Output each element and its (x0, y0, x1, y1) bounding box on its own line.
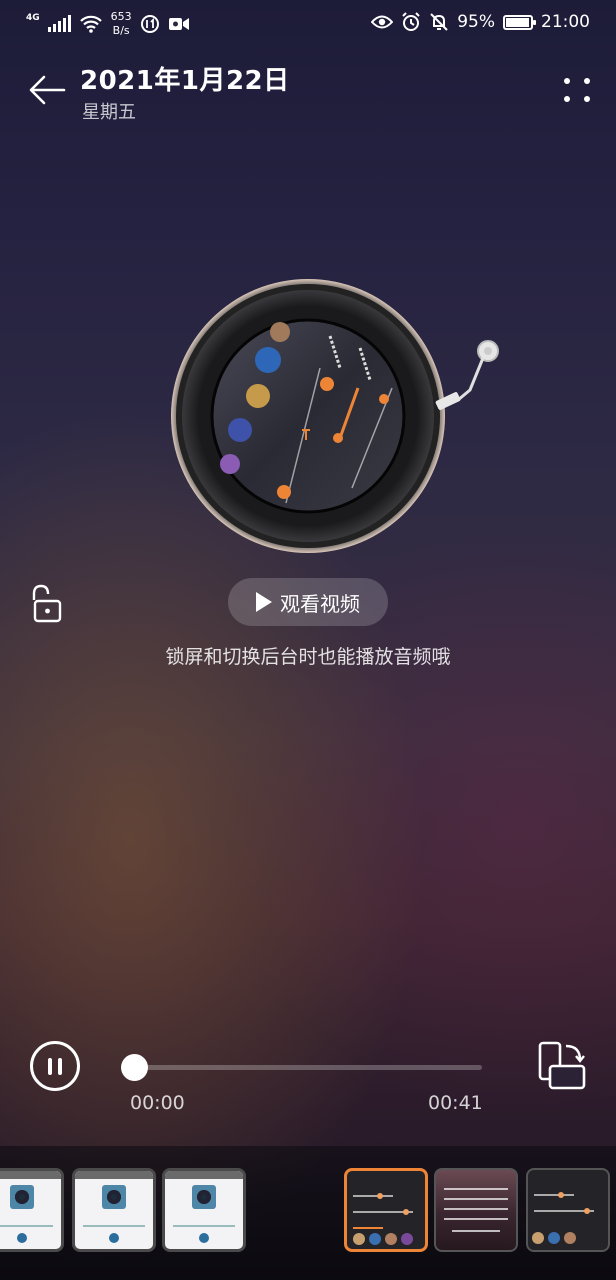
play-icon (256, 592, 272, 612)
thumbnail-strip (0, 1146, 616, 1280)
wifi-icon (79, 15, 102, 33)
progress-thumb[interactable] (121, 1054, 148, 1081)
vinyl-record (170, 278, 500, 558)
pause-icon-bar-right (58, 1058, 62, 1075)
eye-icon (371, 15, 394, 29)
data-saver-icon (140, 15, 159, 33)
unlock-icon[interactable] (28, 584, 64, 624)
page-title: 2021年1月22日 (80, 66, 290, 96)
back-arrow-icon[interactable] (28, 70, 68, 110)
battery-icon (503, 14, 536, 30)
more-options-icon[interactable] (562, 74, 594, 106)
clock: 21:00 (541, 12, 590, 32)
rotate-screen-icon[interactable] (536, 1040, 588, 1092)
network-speed-value: 653 (110, 10, 132, 23)
watch-video-label: 观看视频 (280, 591, 360, 616)
record-thumb-icon (102, 1185, 126, 1209)
network-type: 4G (26, 13, 40, 23)
alarm-icon (402, 12, 420, 31)
thumbnail-3[interactable] (162, 1168, 246, 1252)
battery-percent: 95% (457, 12, 495, 32)
mute-bell-icon (430, 13, 448, 31)
pause-button[interactable] (30, 1041, 80, 1091)
record-thumb-icon (192, 1185, 216, 1209)
record-thumb-icon (10, 1185, 34, 1209)
current-time: 00:00 (130, 1092, 185, 1114)
status-bar: 4G 653 B/s 95% 21:00 (0, 0, 616, 48)
thumbnail-6[interactable] (526, 1168, 610, 1252)
video-camera-icon (168, 18, 189, 30)
network-speed: 653 B/s (111, 10, 132, 38)
network-speed-unit: B/s (112, 24, 130, 37)
watch-video-button[interactable]: 观看视频 (228, 578, 388, 626)
page-subtitle: 星期五 (82, 102, 136, 123)
thumbnail-1[interactable] (0, 1168, 64, 1252)
progress-track[interactable] (121, 1054, 482, 1081)
status-bar-right: 95% 21:00 (371, 12, 590, 32)
thumbnail-4-selected[interactable] (344, 1168, 428, 1252)
thumbnail-2[interactable] (72, 1168, 156, 1252)
thumbnail-5[interactable] (434, 1168, 518, 1252)
status-bar-left: 4G 653 B/s (26, 10, 190, 38)
total-time: 00:41 (428, 1092, 483, 1114)
background-play-hint: 锁屏和切换后台时也能播放音频哦 (165, 646, 451, 668)
record-illustration (171, 279, 499, 553)
pause-icon-bar-left (48, 1058, 52, 1075)
signal-icon (47, 15, 71, 32)
